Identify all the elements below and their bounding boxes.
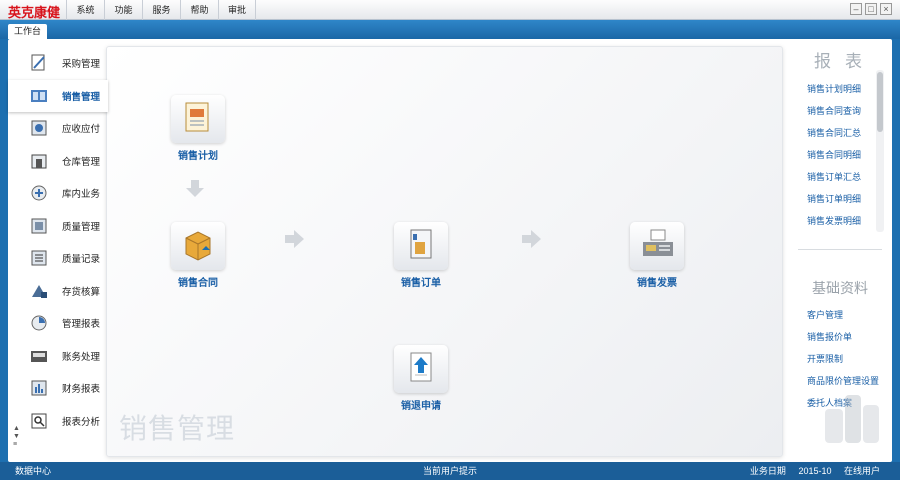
basic-link-customer[interactable]: 客户管理: [798, 304, 882, 326]
sales-return-icon: [410, 352, 432, 382]
receivable-icon: [31, 120, 47, 136]
sidebar-item-label: 报表分析: [62, 416, 101, 428]
right-arrow-icon: [285, 230, 304, 248]
decorative-devices-icon: [825, 395, 879, 443]
sales-order-icon: [410, 229, 432, 259]
status-business-date: 2015-10: [798, 466, 832, 476]
sidebar-item-label: 管理报表: [62, 319, 101, 331]
warehouse-icon: [31, 154, 47, 169]
sidebar-item-label: 账务处理: [62, 351, 101, 363]
sidebar-item-label: 存货核算: [62, 286, 101, 298]
purchase-icon: [31, 54, 45, 71]
menu-bar: 英克康健 系统 功能 服务 帮助 审批 – □ ×: [0, 0, 900, 20]
reports-list: 销售计划明细 销售合同查询 销售合同汇总 销售合同明细 销售订单汇总 销售订单明…: [798, 78, 882, 232]
basic-data-title: 基础资料: [812, 280, 868, 296]
sidebar-item-label: 仓库管理: [62, 156, 101, 168]
section-divider: [798, 249, 882, 250]
management-report-icon: [31, 315, 47, 331]
window-controls: – □ ×: [850, 3, 892, 15]
inventory-business-icon: [31, 185, 47, 201]
right-arrow-icon: [522, 230, 541, 248]
minimize-icon[interactable]: –: [850, 3, 862, 15]
node-sales-contract[interactable]: 销售合同: [161, 222, 231, 292]
sidebar-item-finance-report[interactable]: 财务报表: [8, 372, 107, 405]
sidebar-item-label: 库内业务: [62, 189, 101, 201]
sidebar-item-quality-record[interactable]: 质量记录: [8, 242, 107, 275]
menu-functions[interactable]: 功能: [104, 0, 142, 20]
sidebar-item-report-analysis[interactable]: 报表分析: [8, 405, 107, 438]
module-sidebar: 采购管理 销售管理 应收应付 仓库管理 库内业务 质量管理 质量记录 存货核算: [8, 47, 108, 438]
quick-links-panel: 报表 销售计划明细 销售合同查询 销售合同汇总 销售合同明细 销售订单汇总 销售…: [798, 47, 884, 455]
node-sales-invoice[interactable]: 销售发票: [620, 222, 690, 292]
report-link-contract-summary[interactable]: 销售合同汇总: [798, 122, 882, 144]
maximize-icon[interactable]: □: [865, 3, 877, 15]
main-panel: 采购管理 销售管理 应收应付 仓库管理 库内业务 质量管理 质量记录 存货核算: [8, 39, 892, 462]
report-link-order-summary[interactable]: 销售订单汇总: [798, 166, 882, 188]
sidebar-item-label: 销售管理: [62, 91, 101, 103]
status-business-date-label: 业务日期: [749, 466, 786, 476]
sales-plan-icon: [185, 102, 209, 132]
brand-logo: 英克康健: [8, 5, 61, 20]
menu-help[interactable]: 帮助: [180, 0, 218, 20]
reports-title: 报表: [814, 52, 876, 71]
down-arrow-icon: [186, 180, 204, 197]
sidebar-scroll-arrows[interactable]: ▲ ▼ ≡: [13, 425, 20, 449]
report-link-invoice-detail[interactable]: 销售发票明细: [798, 210, 882, 232]
sidebar-item-purchase[interactable]: 采购管理: [8, 47, 107, 80]
sidebar-item-management-report[interactable]: 管理报表: [8, 307, 107, 340]
sidebar-item-sales[interactable]: 销售管理: [8, 79, 108, 112]
node-sales-order[interactable]: 销售订单: [384, 222, 454, 292]
tab-workbench[interactable]: 工作台: [8, 24, 48, 39]
status-online-users[interactable]: 在线用户: [844, 466, 880, 476]
node-sales-return[interactable]: 销退申请: [384, 345, 454, 415]
report-link-contract-detail[interactable]: 销售合同明细: [798, 144, 882, 166]
basic-link-invoice-limit[interactable]: 开票限制: [798, 348, 882, 370]
report-link-order-detail[interactable]: 销售订单明细: [798, 188, 882, 210]
reports-section: 报表 销售计划明细 销售合同查询 销售合同汇总 销售合同明细 销售订单汇总 销售…: [798, 47, 882, 237]
quality-icon: [31, 218, 47, 234]
menu-approval[interactable]: 审批: [218, 0, 256, 20]
basic-link-quotation[interactable]: 销售报价单: [798, 326, 882, 348]
sidebar-item-label: 质量记录: [62, 254, 101, 266]
sidebar-item-warehouse[interactable]: 仓库管理: [8, 145, 107, 178]
status-right: 业务日期 2015-10 在线用户: [740, 462, 880, 480]
ledger-icon: [31, 350, 47, 362]
report-analysis-icon: [31, 413, 47, 429]
sidebar-item-quality[interactable]: 质量管理: [8, 210, 107, 243]
tab-strip: 工作台: [0, 20, 900, 39]
sidebar-item-label: 应收应付: [62, 124, 101, 136]
sidebar-item-label: 质量管理: [62, 221, 101, 233]
report-link-sales-plan-detail[interactable]: 销售计划明细: [798, 78, 882, 100]
quality-record-icon: [31, 250, 47, 266]
sales-contract-icon: [185, 231, 211, 261]
sidebar-item-inventory-business[interactable]: 库内业务: [8, 177, 107, 210]
sidebar-item-stock-accounting[interactable]: 存货核算: [8, 275, 107, 308]
menu-services[interactable]: 服务: [142, 0, 180, 20]
scroll-thumb[interactable]: [877, 72, 883, 132]
menu-system[interactable]: 系统: [66, 0, 104, 20]
stock-accounting-icon: [32, 284, 47, 298]
workflow-canvas: 销售计划 销售合同 销售订单 销售发票 销退申请 销售管理: [106, 46, 783, 457]
module-watermark-title: 销售管理: [119, 413, 236, 444]
sales-icon: [31, 89, 47, 102]
close-icon[interactable]: ×: [880, 3, 892, 15]
reports-scrollbar[interactable]: [876, 70, 884, 232]
node-sales-plan[interactable]: 销售计划: [161, 95, 231, 165]
main-menu: 系统 功能 服务 帮助 审批: [66, 0, 256, 20]
sidebar-item-label: 采购管理: [62, 59, 101, 71]
sidebar-item-receivable[interactable]: 应收应付: [8, 112, 107, 145]
report-link-contract-query[interactable]: 销售合同查询: [798, 100, 882, 122]
sidebar-item-label: 财务报表: [62, 384, 101, 396]
finance-report-icon: [31, 380, 47, 396]
status-bar: 数据中心 当前用户提示 业务日期 2015-10 在线用户: [0, 462, 900, 480]
sales-invoice-icon: [643, 229, 673, 256]
sidebar-item-ledger[interactable]: 账务处理: [8, 340, 107, 373]
